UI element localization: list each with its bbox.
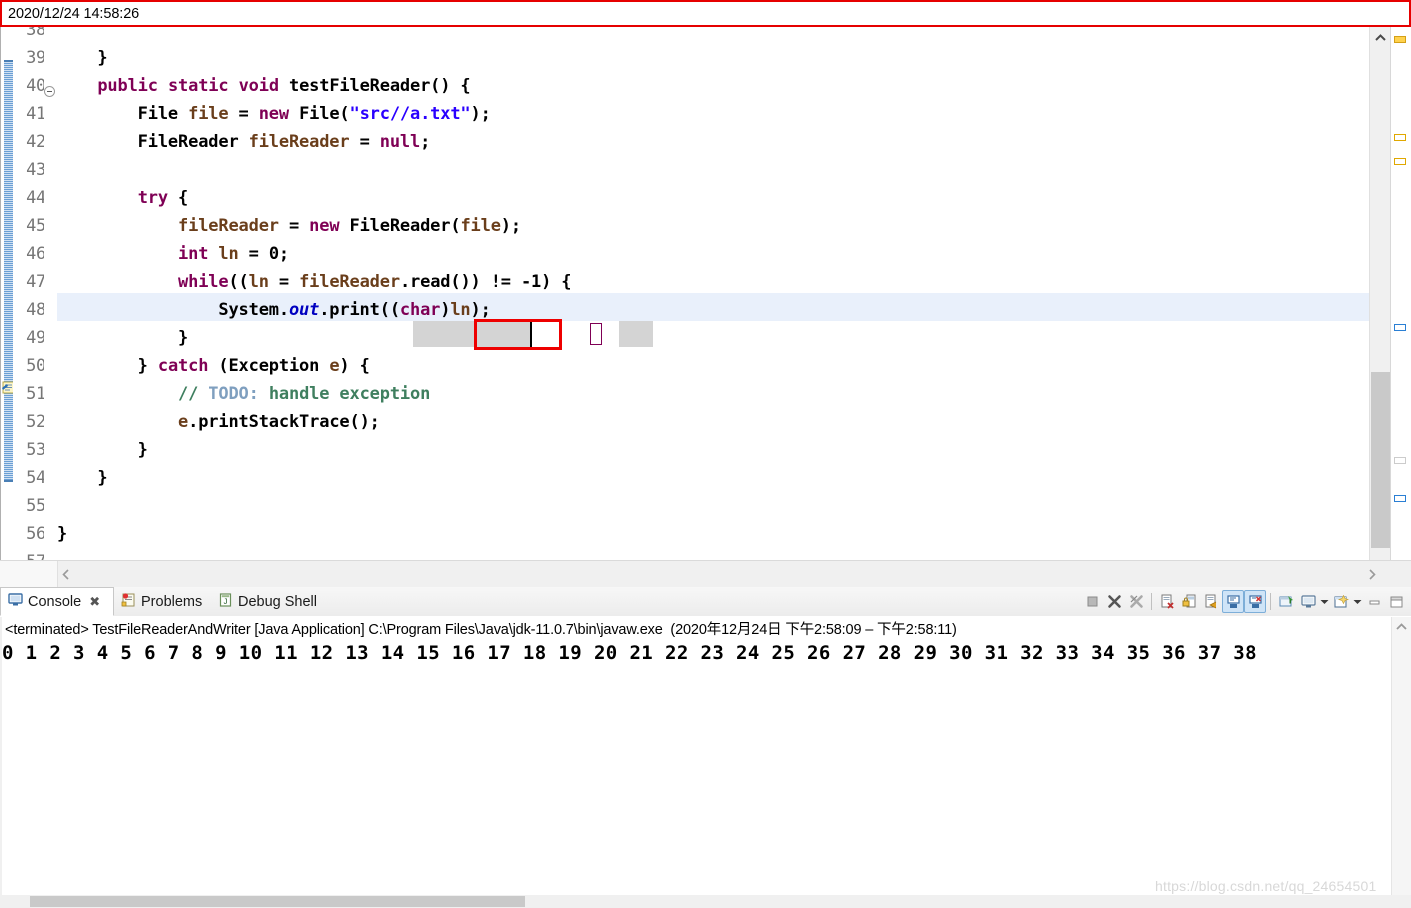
clear-console-button[interactable]: [1156, 590, 1178, 613]
console-panel: Console ✖ Problems J Debug Shell <termin…: [0, 587, 1411, 908]
line-number: 55: [26, 496, 46, 516]
line-number: 53: [26, 440, 46, 460]
console-icon: [8, 592, 23, 611]
overview-marker-info[interactable]: [1394, 324, 1406, 331]
debug-shell-icon: J: [218, 592, 233, 611]
change-marker-bar: [4, 60, 13, 482]
console-horizontal-scrollbar[interactable]: [0, 895, 1411, 908]
terminate-button[interactable]: [1081, 590, 1103, 613]
chevron-down-icon[interactable]: [1319, 590, 1330, 613]
console-tab-bar: Console ✖ Problems J Debug Shell: [0, 587, 1411, 617]
console-output-text: 0 1 2 3 4 5 6 7 8 9 10 11 12 13 14 15 16…: [2, 642, 1257, 664]
minimize-button[interactable]: [1363, 590, 1385, 613]
console-output-area[interactable]: <terminated> TestFileReaderAndWriter [Ja…: [0, 616, 1411, 908]
editor-scrollbar-thumb[interactable]: [1371, 372, 1390, 548]
occurrence-highlight-tail: [619, 321, 653, 347]
tab-problems[interactable]: Problems: [114, 587, 211, 616]
line-number: 47: [26, 272, 46, 292]
code-text-area[interactable]: } public static void testFileReader() { …: [57, 27, 1379, 587]
scroll-lock-button[interactable]: [1178, 590, 1200, 613]
console-hscroll-thumb[interactable]: [30, 896, 525, 907]
overview-marker-info[interactable]: [1394, 495, 1406, 502]
timestamp-text: 2020/12/24 14:58:26: [8, 5, 140, 22]
fold-collapse-icon[interactable]: [44, 86, 55, 97]
close-icon[interactable]: ✖: [89, 594, 100, 610]
tab-console[interactable]: Console ✖: [0, 587, 114, 616]
code-line: System.out.print((char)ln);: [57, 300, 491, 320]
pin-console-button[interactable]: [1275, 590, 1297, 613]
overview-marker-warning[interactable]: [1394, 134, 1406, 141]
open-console-button[interactable]: [1330, 590, 1352, 613]
line-number: 49: [26, 328, 46, 348]
tab-problems-label: Problems: [141, 593, 203, 610]
hscroll-left-arrow[interactable]: [57, 565, 75, 583]
overview-marker-warning[interactable]: [1394, 36, 1406, 43]
line-number: 43: [26, 160, 46, 180]
line-number: 46: [26, 244, 46, 264]
code-line: fileReader = new FileReader(file);: [178, 216, 521, 236]
line-number: 41: [26, 104, 46, 124]
scroll-up-arrow[interactable]: [1370, 27, 1391, 48]
tab-debug-shell[interactable]: J Debug Shell: [211, 587, 336, 616]
code-line: }: [57, 468, 108, 488]
line-number: 42: [26, 132, 46, 152]
overview-marker-warning[interactable]: [1394, 158, 1406, 165]
console-toolbar: [1081, 589, 1407, 614]
code-line: while((ln = fileReader.read()) != -1) {: [178, 272, 572, 292]
line-number-gutter: 3839404142434445464748495051525354555657: [13, 27, 46, 587]
line-number: 51: [26, 384, 46, 404]
overview-marker-grey[interactable]: [1394, 457, 1406, 464]
code-line: try {: [137, 188, 189, 208]
show-console-on-error-button[interactable]: [1244, 590, 1266, 613]
gutter-cap: [0, 561, 58, 588]
code-line: // TODO: handle exception: [178, 384, 431, 404]
line-number: 50: [26, 356, 46, 376]
line-number: 40: [26, 76, 46, 96]
display-selected-console-button[interactable]: [1297, 590, 1319, 613]
svg-text:J: J: [223, 598, 228, 607]
occurrence-highlight: [413, 321, 531, 347]
code-line: public static void testFileReader() {: [97, 76, 471, 96]
maximize-button[interactable]: [1385, 590, 1407, 613]
code-folding-column[interactable]: [44, 27, 58, 587]
code-line: }: [57, 48, 108, 68]
line-number: 39: [26, 48, 46, 68]
line-number: 38: [26, 27, 46, 40]
text-caret: [530, 321, 532, 347]
watermark: https://blog.csdn.net/qq_24654501: [1155, 878, 1377, 894]
toolbar-separator: [1151, 593, 1152, 610]
problems-icon: [121, 592, 136, 611]
code-line: File file = new File("src//a.txt");: [57, 104, 491, 124]
hscroll-right-arrow[interactable]: [1363, 565, 1381, 583]
tab-debug-shell-label: Debug Shell: [238, 593, 317, 610]
toolbar-separator-2: [1270, 593, 1271, 610]
line-number: 52: [26, 412, 46, 432]
line-number: 48: [26, 300, 46, 320]
code-line: }: [57, 328, 189, 348]
timestamp-bar: 2020/12/24 14:58:26: [0, 0, 1411, 27]
chevron-down-icon-2[interactable]: [1352, 590, 1363, 613]
show-console-on-output-button[interactable]: [1222, 590, 1244, 613]
editor-horizontal-scrollbar[interactable]: [0, 560, 1411, 588]
line-number: 56: [26, 524, 46, 544]
code-line: } catch (Exception e) {: [57, 356, 370, 376]
console-vertical-scrollbar[interactable]: [1391, 617, 1411, 908]
line-number: 45: [26, 216, 46, 236]
code-line: int ln = 0;: [178, 244, 290, 264]
console-scroll-up-arrow[interactable]: [1392, 617, 1411, 636]
word-wrap-button[interactable]: [1200, 590, 1222, 613]
code-line: }: [57, 440, 148, 460]
terminate-all-button[interactable]: [1103, 590, 1125, 613]
remove-all-terminated-button[interactable]: [1125, 590, 1147, 613]
console-launch-header: <terminated> TestFileReaderAndWriter [Ja…: [5, 622, 957, 638]
code-editor[interactable]: 3839404142434445464748495051525354555657…: [0, 27, 1411, 587]
code-line: e.printStackTrace();: [178, 412, 380, 432]
code-line: }: [57, 524, 68, 544]
code-line: FileReader fileReader = null;: [57, 132, 431, 152]
line-number: 54: [26, 468, 46, 488]
line-number: 44: [26, 188, 46, 208]
annotation-overview-ruler[interactable]: [1390, 27, 1411, 587]
editor-vertical-scrollbar[interactable]: [1369, 27, 1391, 587]
tab-console-label: Console: [28, 593, 82, 610]
